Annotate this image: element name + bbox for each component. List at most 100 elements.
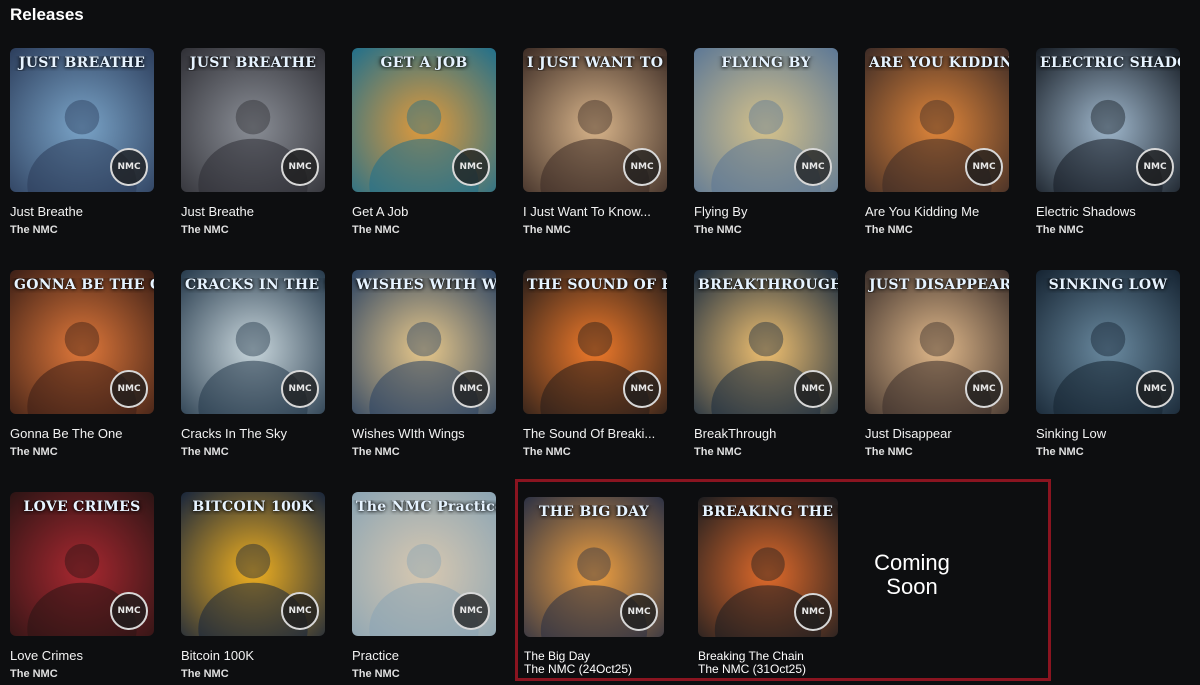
- album-cover[interactable]: JUST BREATHE NMC: [10, 48, 154, 192]
- release-card[interactable]: BITCOIN 100K NMC Bitcoin 100K The NMC: [181, 492, 325, 680]
- album-cover[interactable]: GET A JOB NMC: [352, 48, 496, 192]
- release-artist[interactable]: The NMC: [10, 446, 154, 458]
- release-card[interactable]: JUST BREATHE NMC Just Breathe The NMC: [181, 48, 325, 236]
- release-artist[interactable]: The NMC: [10, 668, 154, 680]
- cover-title: THE SOUND OF BREAKING FREE: [527, 278, 667, 293]
- nmc-logo-icon: NMC: [1136, 148, 1174, 186]
- cover-title: I JUST WANT TO KNOW YOU: [527, 56, 667, 71]
- album-cover[interactable]: I JUST WANT TO KNOW YOU NMC: [523, 48, 667, 192]
- release-artist[interactable]: The NMC: [181, 446, 325, 458]
- release-artist-date: The NMC (24Oct25): [524, 662, 633, 676]
- album-cover[interactable]: JUST DISAPPEAR NMC: [865, 270, 1009, 414]
- nmc-logo-icon: NMC: [281, 148, 319, 186]
- release-card[interactable]: SINKING LOW NMC Sinking Low The NMC: [1036, 270, 1180, 458]
- release-card[interactable]: The NMC Practice NMC Practice The NMC: [352, 492, 496, 680]
- nmc-logo-icon: NMC: [452, 370, 490, 408]
- release-title[interactable]: Electric Shadows: [1036, 204, 1180, 219]
- release-artist[interactable]: The NMC: [352, 446, 496, 458]
- release-title[interactable]: Cracks In The Sky: [181, 426, 325, 441]
- release-title[interactable]: Sinking Low: [1036, 426, 1180, 441]
- release-artist[interactable]: The NMC: [1036, 224, 1180, 236]
- release-artist[interactable]: The NMC: [694, 446, 838, 458]
- release-artist[interactable]: The NMC: [523, 224, 667, 236]
- release-card[interactable]: JUST BREATHE NMC Just Breathe The NMC: [10, 48, 154, 236]
- cover-title: THE BIG DAY: [538, 505, 649, 520]
- release-title[interactable]: Love Crimes: [10, 648, 154, 663]
- release-artist[interactable]: The NMC: [352, 668, 496, 680]
- release-title[interactable]: BreakThrough: [694, 426, 838, 441]
- release-artist[interactable]: The NMC: [181, 668, 325, 680]
- cover-title: GONNA BE THE ONE: [14, 278, 154, 293]
- release-title[interactable]: Just Breathe: [181, 204, 325, 219]
- release-card[interactable]: I JUST WANT TO KNOW YOU NMC I Just Want To…: [523, 48, 667, 236]
- release-title[interactable]: Get A Job: [352, 204, 496, 219]
- album-cover[interactable]: THE SOUND OF BREAKING FREE NMC: [523, 270, 667, 414]
- release-title[interactable]: Gonna Be The One: [10, 426, 154, 441]
- coming-soon-card[interactable]: BREAKING THE CHAINSNMCBreaking The Chain…: [698, 497, 838, 676]
- releases-page: Releases JUST BREATHE NMC Just Breathe The …: [0, 0, 1200, 685]
- cover-title: JUST BREATHE: [18, 56, 146, 71]
- release-title[interactable]: I Just Want To Know...: [523, 204, 667, 219]
- cover-title: BREAKING THE CHAINS: [702, 505, 838, 520]
- album-cover[interactable]: LOVE CRIMES NMC: [10, 492, 154, 636]
- release-title[interactable]: Wishes WIth Wings: [352, 426, 496, 441]
- album-cover[interactable]: SINKING LOW NMC: [1036, 270, 1180, 414]
- release-card[interactable]: CRACKS IN THE SKY NMC Cracks In The Sky The…: [181, 270, 325, 458]
- nmc-logo-icon: NMC: [1136, 370, 1174, 408]
- album-cover[interactable]: BREAKING THE CHAINS NMC: [698, 497, 838, 637]
- album-cover[interactable]: WISHES WITH WINGS NMC: [352, 270, 496, 414]
- release-card[interactable]: ARE YOU KIDDING ME NMC Are You Kidding Me T…: [865, 48, 1009, 236]
- release-card[interactable]: ELECTRIC SHADOWS NMC Electric Shadows The N…: [1036, 48, 1180, 236]
- release-title[interactable]: Bitcoin 100K: [181, 648, 325, 663]
- coming-soon-label: Coming Soon: [874, 550, 950, 599]
- release-title[interactable]: Flying By: [694, 204, 838, 219]
- release-card[interactable]: JUST DISAPPEAR NMC Just Disappear The NMC: [865, 270, 1009, 458]
- album-cover[interactable]: BITCOIN 100K NMC: [181, 492, 325, 636]
- album-cover[interactable]: THE BIG DAY NMC: [524, 497, 664, 637]
- cover-title: BREAKTHROUGH: [698, 278, 838, 293]
- album-cover[interactable]: The NMC Practice NMC: [352, 492, 496, 636]
- release-title[interactable]: The Sound Of Breaki...: [523, 426, 667, 441]
- album-cover[interactable]: JUST BREATHE NMC: [181, 48, 325, 192]
- release-title[interactable]: Just Disappear: [865, 426, 1009, 441]
- release-title[interactable]: Are You Kidding Me: [865, 204, 1009, 219]
- album-cover[interactable]: ELECTRIC SHADOWS NMC: [1036, 48, 1180, 192]
- album-cover[interactable]: GONNA BE THE ONE NMC: [10, 270, 154, 414]
- release-card[interactable]: GET A JOB NMC Get A Job The NMC: [352, 48, 496, 236]
- release-title[interactable]: Practice: [352, 648, 496, 663]
- album-cover[interactable]: CRACKS IN THE SKY NMC: [181, 270, 325, 414]
- nmc-logo-icon: NMC: [110, 148, 148, 186]
- release-artist[interactable]: The NMC: [352, 224, 496, 236]
- coming-soon-card[interactable]: THE BIG DAY NMC The Big Day The NMC (24Oct2…: [524, 497, 664, 676]
- cover-title: FLYING BY: [721, 56, 811, 71]
- release-card[interactable]: THE SOUND OF BREAKING FREE NMC The Sound O…: [523, 270, 667, 458]
- nmc-logo-icon: NMC: [965, 148, 1003, 186]
- cover-title: GET A JOB: [380, 56, 468, 71]
- nmc-logo-icon: NMC: [452, 592, 490, 630]
- album-cover[interactable]: ARE YOU KIDDING ME NMC: [865, 48, 1009, 192]
- release-artist[interactable]: The NMC: [865, 446, 1009, 458]
- release-artist[interactable]: The NMC: [1036, 446, 1180, 458]
- album-cover[interactable]: BREAKTHROUGH NMC: [694, 270, 838, 414]
- release-card[interactable]: FLYING BY NMC Flying By The NMC: [694, 48, 838, 236]
- nmc-logo-icon: NMC: [623, 148, 661, 186]
- release-card[interactable]: WISHES WITH WINGS NMC Wishes WIth Wings The…: [352, 270, 496, 458]
- release-artist[interactable]: The NMC: [523, 446, 667, 458]
- nmc-logo-icon: NMC: [794, 148, 832, 186]
- page-title: Releases: [10, 5, 84, 24]
- release-card[interactable]: BREAKTHROUGH NMC BreakThrough The NMC: [694, 270, 838, 458]
- release-artist[interactable]: The NMC: [10, 224, 154, 236]
- nmc-logo-icon: NMC: [281, 592, 319, 630]
- release-artist[interactable]: The NMC: [694, 224, 838, 236]
- album-cover[interactable]: FLYING BY NMC: [694, 48, 838, 192]
- release-title[interactable]: Just Breathe: [10, 204, 154, 219]
- cover-title: ELECTRIC SHADOWS: [1040, 56, 1180, 71]
- release-artist[interactable]: The NMC: [181, 224, 325, 236]
- cover-title: WISHES WITH WINGS: [356, 278, 496, 293]
- release-artist[interactable]: The NMC: [865, 224, 1009, 236]
- cover-title: The NMC Practice: [356, 500, 496, 515]
- release-card[interactable]: LOVE CRIMES NMC Love Crimes The NMC: [10, 492, 154, 680]
- release-card[interactable]: GONNA BE THE ONE NMC Gonna Be The One The N…: [10, 270, 154, 458]
- cover-title: JUST BREATHE: [189, 56, 317, 71]
- nmc-logo-icon: NMC: [620, 593, 658, 631]
